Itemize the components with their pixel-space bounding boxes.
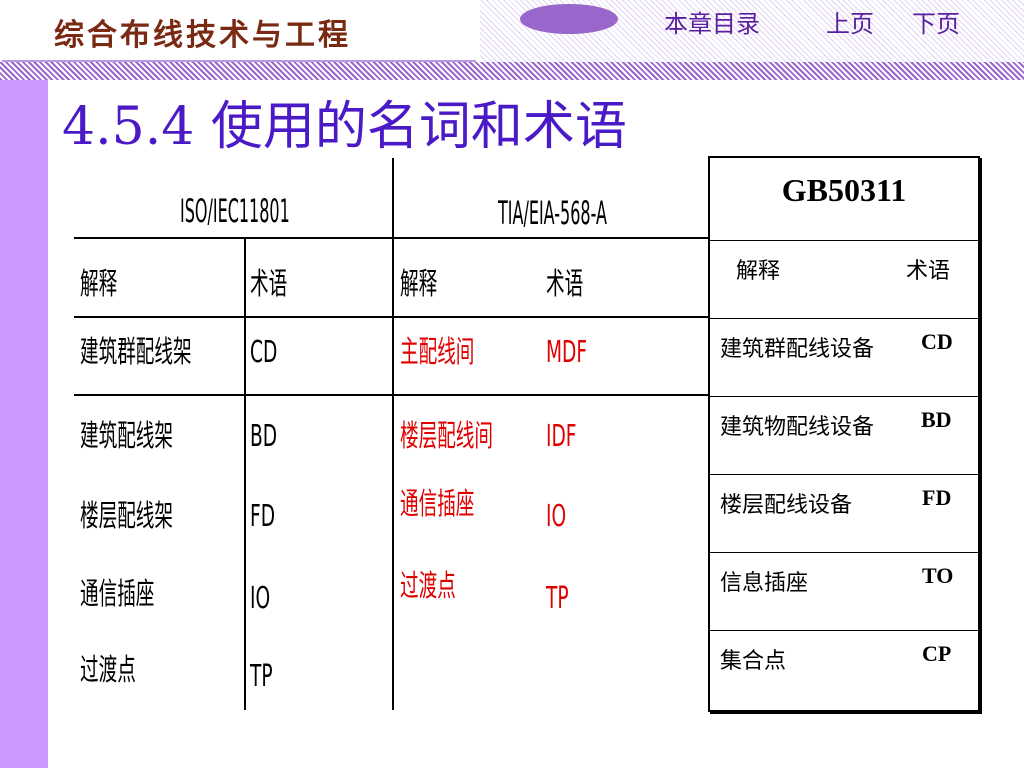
- divider: [74, 394, 710, 396]
- tia-explain-cell: 楼层配线间: [400, 419, 493, 454]
- tia-term-cell: TP: [546, 581, 569, 616]
- gb-row-code: BD: [921, 407, 952, 432]
- page-title: 4.5.4 使用的名词和术语: [62, 97, 627, 157]
- gb-row: 建筑群配线设备 CD: [710, 318, 978, 397]
- iso-explain-cell: 建筑配线架: [80, 419, 173, 454]
- iso-term-cell: FD: [250, 499, 276, 534]
- gb-row: 集合点 CP: [710, 630, 978, 709]
- tia-term-cell: IDF: [546, 419, 577, 454]
- iso-term-cell: TP: [250, 659, 273, 694]
- iso-explain-cell: 建筑群配线架: [80, 335, 192, 370]
- header-hatch-strip: [0, 62, 1024, 80]
- divider: [392, 158, 394, 710]
- gb-row: 建筑物配线设备 BD: [710, 396, 978, 475]
- gb-row-text: 楼层配线设备: [720, 493, 853, 518]
- iso-term-cell: CD: [250, 335, 278, 370]
- iso-term-header: 术语: [250, 267, 288, 302]
- gb-row: 楼层配线设备 FD: [710, 474, 978, 553]
- gb50311-table: GB50311 解释 术语 建筑群配线设备 CD 建筑物配线设备 BD 楼层配线…: [708, 156, 980, 712]
- iso-explain-cell: 通信插座: [80, 577, 155, 612]
- nav-toc-link[interactable]: 本章目录: [664, 4, 760, 39]
- left-sidebar-band: [0, 0, 48, 768]
- iso-header: ISO/IEC11801: [180, 192, 290, 230]
- standards-comparison-table: ISO/IEC11801 TIA/EIA-568-A 解释 术语 解释 术语 建…: [70, 158, 710, 710]
- nav-prev-link[interactable]: 上页: [826, 4, 874, 39]
- gb-row-text: 集合点: [720, 649, 787, 674]
- iso-explain-cell: 过渡点: [80, 653, 136, 688]
- gb-row-text: 建筑物配线设备: [720, 415, 875, 440]
- iso-explain-cell: 楼层配线架: [80, 499, 173, 534]
- tia-explain-cell: 主配线间: [400, 335, 475, 370]
- tia-term-cell: MDF: [546, 335, 588, 370]
- gb-row-code: CD: [921, 329, 953, 354]
- gb-row-code: FD: [922, 485, 952, 510]
- divider: [74, 316, 710, 318]
- tia-explain-cell: 通信插座: [400, 487, 475, 522]
- tia-term-header: 术语: [546, 267, 584, 302]
- gb-row: 信息插座 TO: [710, 552, 978, 631]
- logo-text: 综合布线技术与工程: [54, 18, 351, 53]
- tia-explain-cell: 过渡点: [400, 569, 456, 604]
- gb-row-code: TO: [922, 563, 954, 588]
- divider: [74, 237, 710, 239]
- tia-term-cell: IO: [546, 499, 567, 534]
- iso-explain-header: 解释: [80, 267, 118, 302]
- tia-explain-header: 解释: [400, 267, 438, 302]
- nav-next-link[interactable]: 下页: [912, 4, 960, 39]
- oval-decoration: [520, 4, 618, 34]
- tia-header: TIA/EIA-568-A: [498, 194, 607, 232]
- gb-row-code: CP: [922, 641, 952, 666]
- gb-term-header: 术语: [906, 259, 951, 284]
- gb-table-title: GB50311: [781, 172, 907, 208]
- iso-term-cell: BD: [250, 419, 278, 454]
- logo-box: 综合布线技术与工程: [2, 2, 476, 62]
- gb-header-row: 解释 术语: [710, 240, 978, 319]
- divider: [244, 238, 246, 710]
- gb-row-text: 建筑群配线设备: [720, 337, 875, 362]
- iso-term-cell: IO: [250, 581, 271, 616]
- gb-explain-header: 解释: [736, 259, 781, 284]
- gb-row-text: 信息插座: [720, 571, 809, 596]
